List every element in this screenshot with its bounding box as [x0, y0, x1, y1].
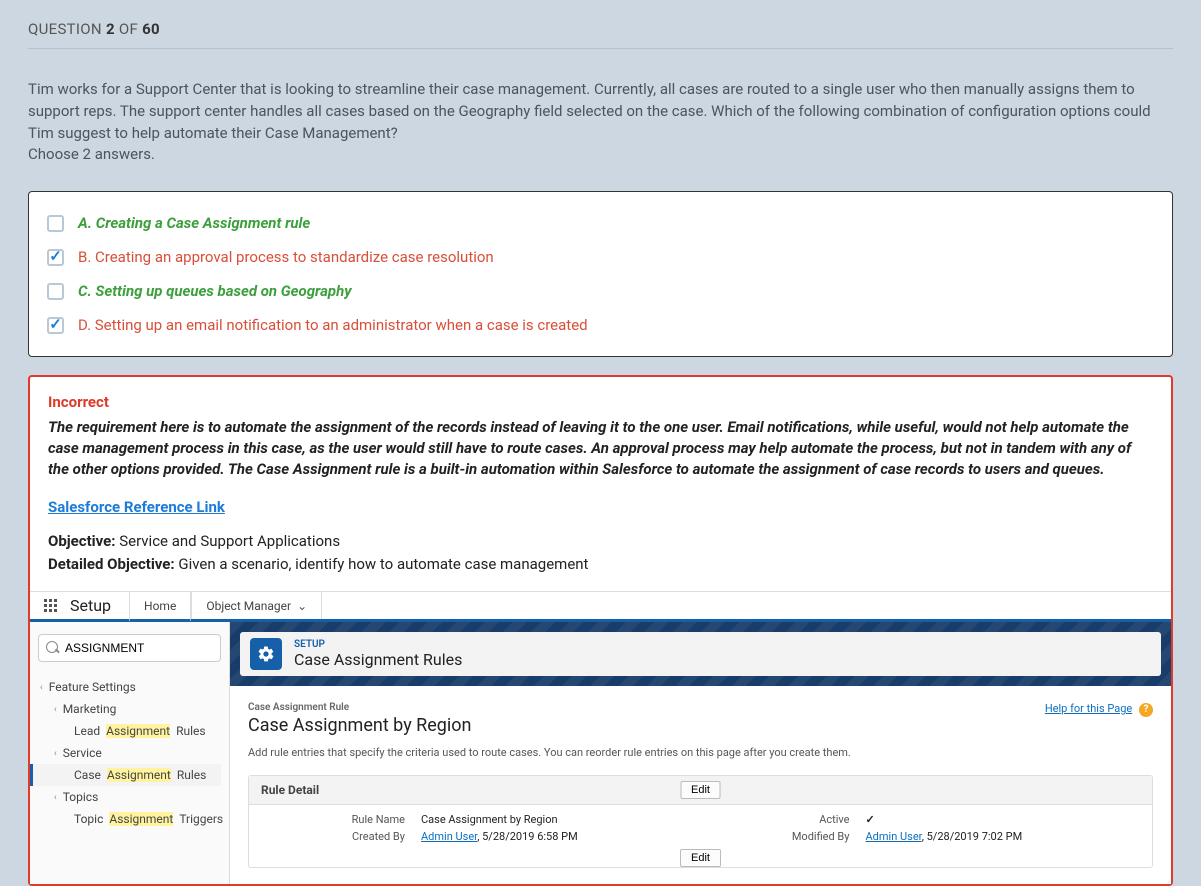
help-for-page: Help for this Page ? [1045, 702, 1153, 717]
rule-name-value: Case Assignment by Region [421, 813, 696, 826]
tree-topics[interactable]: ›Topics [38, 786, 221, 808]
reference-link[interactable]: Salesforce Reference Link [48, 498, 1153, 516]
edit-button[interactable]: Edit [680, 781, 721, 799]
modified-by-label: Modified By [706, 830, 856, 843]
created-by-user-link[interactable]: Admin User [421, 830, 477, 843]
feedback-status: Incorrect [48, 393, 1153, 411]
answer-a-text: A. Creating a Case Assignment rule [78, 214, 310, 232]
help-icon[interactable]: ? [1139, 703, 1153, 717]
setup-sidebar: ›Feature Settings ›Marketing Lead Assign… [30, 622, 230, 884]
hero-small-label: SETUP [294, 639, 462, 650]
created-by-label: Created By [261, 830, 411, 843]
answer-a-checkbox[interactable] [47, 215, 64, 232]
app-launcher-icon[interactable] [30, 592, 70, 619]
answer-d-checkbox[interactable] [47, 317, 64, 334]
page-title: Case Assignment by Region [248, 715, 1153, 736]
answer-c-checkbox[interactable] [47, 283, 64, 300]
answer-d-text: D. Setting up an email notification to a… [78, 316, 588, 334]
modified-by-timestamp: , 5/28/2019 7:02 PM [922, 830, 1022, 843]
objective-label: Objective: [48, 532, 115, 550]
answer-c-text: C. Setting up queues based on Geography [78, 282, 352, 300]
detailed-objective-value: Given a scenario, identify how to automa… [175, 555, 589, 573]
created-by-timestamp: , 5/28/2019 6:58 PM [477, 830, 577, 843]
answer-b-text: B. Creating an approval process to stand… [78, 248, 494, 266]
breadcrumb: Case Assignment Rule [248, 702, 1153, 713]
answer-b-checkbox[interactable] [47, 249, 64, 266]
feedback-explanation: The requirement here is to automate the … [48, 417, 1153, 480]
hero-title: Case Assignment Rules [294, 650, 462, 669]
tree-case-assignment-rules[interactable]: Case Assignment Rules [30, 764, 221, 786]
active-label: Active [706, 813, 856, 826]
modified-by-user-link[interactable]: Admin User [866, 830, 922, 843]
edit-button-bottom[interactable]: Edit [680, 849, 721, 867]
quick-find-input[interactable] [38, 634, 221, 662]
rule-name-label: Rule Name [261, 813, 411, 826]
chevron-down-icon: › [54, 792, 57, 802]
tree-marketing[interactable]: ›Marketing [38, 698, 221, 720]
rule-detail-panel: Rule Detail Edit Rule Name Case Assignme… [248, 775, 1153, 868]
panel-heading: Rule Detail [261, 783, 319, 797]
tree-feature-settings[interactable]: ›Feature Settings [38, 676, 221, 698]
answers-panel: A. Creating a Case Assignment rule B. Cr… [28, 191, 1173, 357]
tree-lead-assignment-rules[interactable]: Lead Assignment Rules [38, 720, 221, 742]
tab-object-manager[interactable]: Object Manager [191, 592, 322, 619]
question-text: Tim works for a Support Center that is l… [28, 79, 1173, 166]
chevron-down-icon: › [40, 682, 43, 692]
question-progress: QUESTION 2 OF 60 [28, 20, 1173, 49]
gear-icon [250, 638, 282, 670]
tab-home[interactable]: Home [129, 592, 191, 622]
quick-find-search [38, 634, 221, 662]
help-link[interactable]: Help for this Page [1045, 702, 1132, 715]
salesforce-embed: Setup Home Object Manager ›Feature Setti… [30, 591, 1171, 884]
objective-value: Service and Support Applications [115, 532, 340, 550]
detailed-objective-label: Detailed Objective: [48, 555, 175, 573]
tree-service[interactable]: ›Service [38, 742, 221, 764]
page-description: Add rule entries that specify the criter… [248, 746, 1153, 759]
chevron-down-icon: › [54, 704, 57, 714]
active-checkmark-icon [866, 813, 875, 826]
chevron-down-icon: › [54, 748, 57, 758]
tree-topic-assignment-triggers[interactable]: Topic Assignment Triggers [38, 808, 221, 830]
chevron-down-icon [297, 599, 307, 613]
setup-app-label: Setup [70, 592, 129, 619]
feedback-panel: Incorrect The requirement here is to aut… [28, 375, 1173, 886]
